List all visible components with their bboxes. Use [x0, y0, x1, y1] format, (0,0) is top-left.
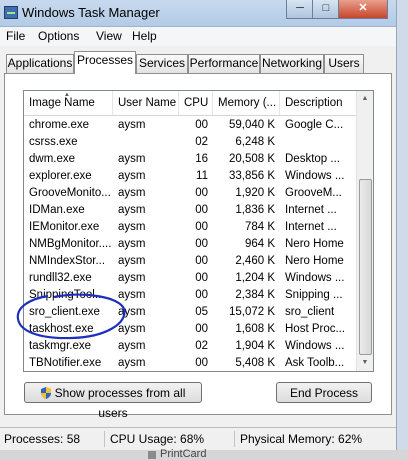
task-manager-icon [4, 6, 18, 19]
background-window-text: PrintCard [160, 448, 207, 460]
minimize-button[interactable]: ─ [286, 0, 314, 19]
background-window-icon [148, 451, 156, 459]
process-row[interactable]: TBNotifier.exe aysm 00 5,408 K Ask Toolb... [24, 354, 358, 371]
status-processes: Processes: 58 [4, 432, 81, 446]
status-divider [234, 431, 235, 447]
close-button[interactable]: ✕ [338, 0, 388, 19]
status-bar: Processes: 58 CPU Usage: 68% Physical Me… [0, 427, 396, 450]
column-image-name-label: Image Name [29, 97, 95, 109]
tab-applications[interactable]: Applications [6, 54, 74, 73]
scroll-thumb[interactable] [359, 179, 372, 355]
menu-options[interactable]: Options [38, 29, 79, 43]
process-cpu-cell: 00 [195, 357, 208, 369]
menu-view[interactable]: View [96, 29, 122, 43]
status-divider [104, 431, 105, 447]
scroll-down-icon[interactable]: ▼ [357, 355, 373, 371]
tab-services[interactable]: Services [136, 54, 188, 73]
uac-shield-icon [40, 386, 51, 399]
vertical-scrollbar[interactable]: ▲ ▼ [356, 91, 373, 371]
end-process-button[interactable]: End Process [276, 382, 372, 403]
process-user-cell: aysm [118, 357, 146, 369]
process-list[interactable]: Image Name ▲ User Name CPU Memory (... D… [23, 90, 374, 372]
process-name-cell: TBNotifier.exe [29, 357, 102, 369]
maximize-button[interactable]: □ [312, 0, 340, 19]
column-image-name[interactable]: Image Name ▲ [24, 91, 113, 115]
process-mem-cell: 5,408 K [235, 357, 275, 369]
column-header-row: Image Name ▲ User Name CPU Memory (... D… [24, 91, 358, 116]
column-memory[interactable]: Memory (... [213, 91, 280, 115]
column-user-name[interactable]: User Name [113, 91, 179, 115]
tab-networking[interactable]: Networking [260, 54, 324, 73]
tab-strip: Applications Processes Services Performa… [0, 47, 396, 74]
status-cpu-usage: CPU Usage: 68% [110, 432, 205, 446]
task-manager-window: Windows Task Manager ─ □ ✕ File Options … [0, 0, 397, 460]
tab-performance[interactable]: Performance [188, 54, 260, 73]
tab-processes[interactable]: Processes [74, 51, 136, 74]
title-bar[interactable]: Windows Task Manager ─ □ ✕ [0, 0, 396, 27]
menu-file[interactable]: File [6, 29, 25, 43]
column-cpu[interactable]: CPU [179, 91, 213, 115]
sort-ascending-icon: ▲ [64, 92, 70, 98]
process-desc-cell: Ask Toolb... [285, 357, 345, 369]
scroll-up-icon[interactable]: ▲ [357, 91, 373, 107]
tab-users[interactable]: Users [324, 54, 364, 73]
window-title: Windows Task Manager [22, 5, 160, 20]
menu-bar: File Options View Help [0, 27, 396, 46]
status-physical-memory: Physical Memory: 62% [240, 432, 363, 446]
column-description[interactable]: Description [280, 91, 358, 115]
menu-help[interactable]: Help [132, 29, 157, 43]
show-all-processes-button[interactable]: Show processes from all users [24, 382, 202, 420]
